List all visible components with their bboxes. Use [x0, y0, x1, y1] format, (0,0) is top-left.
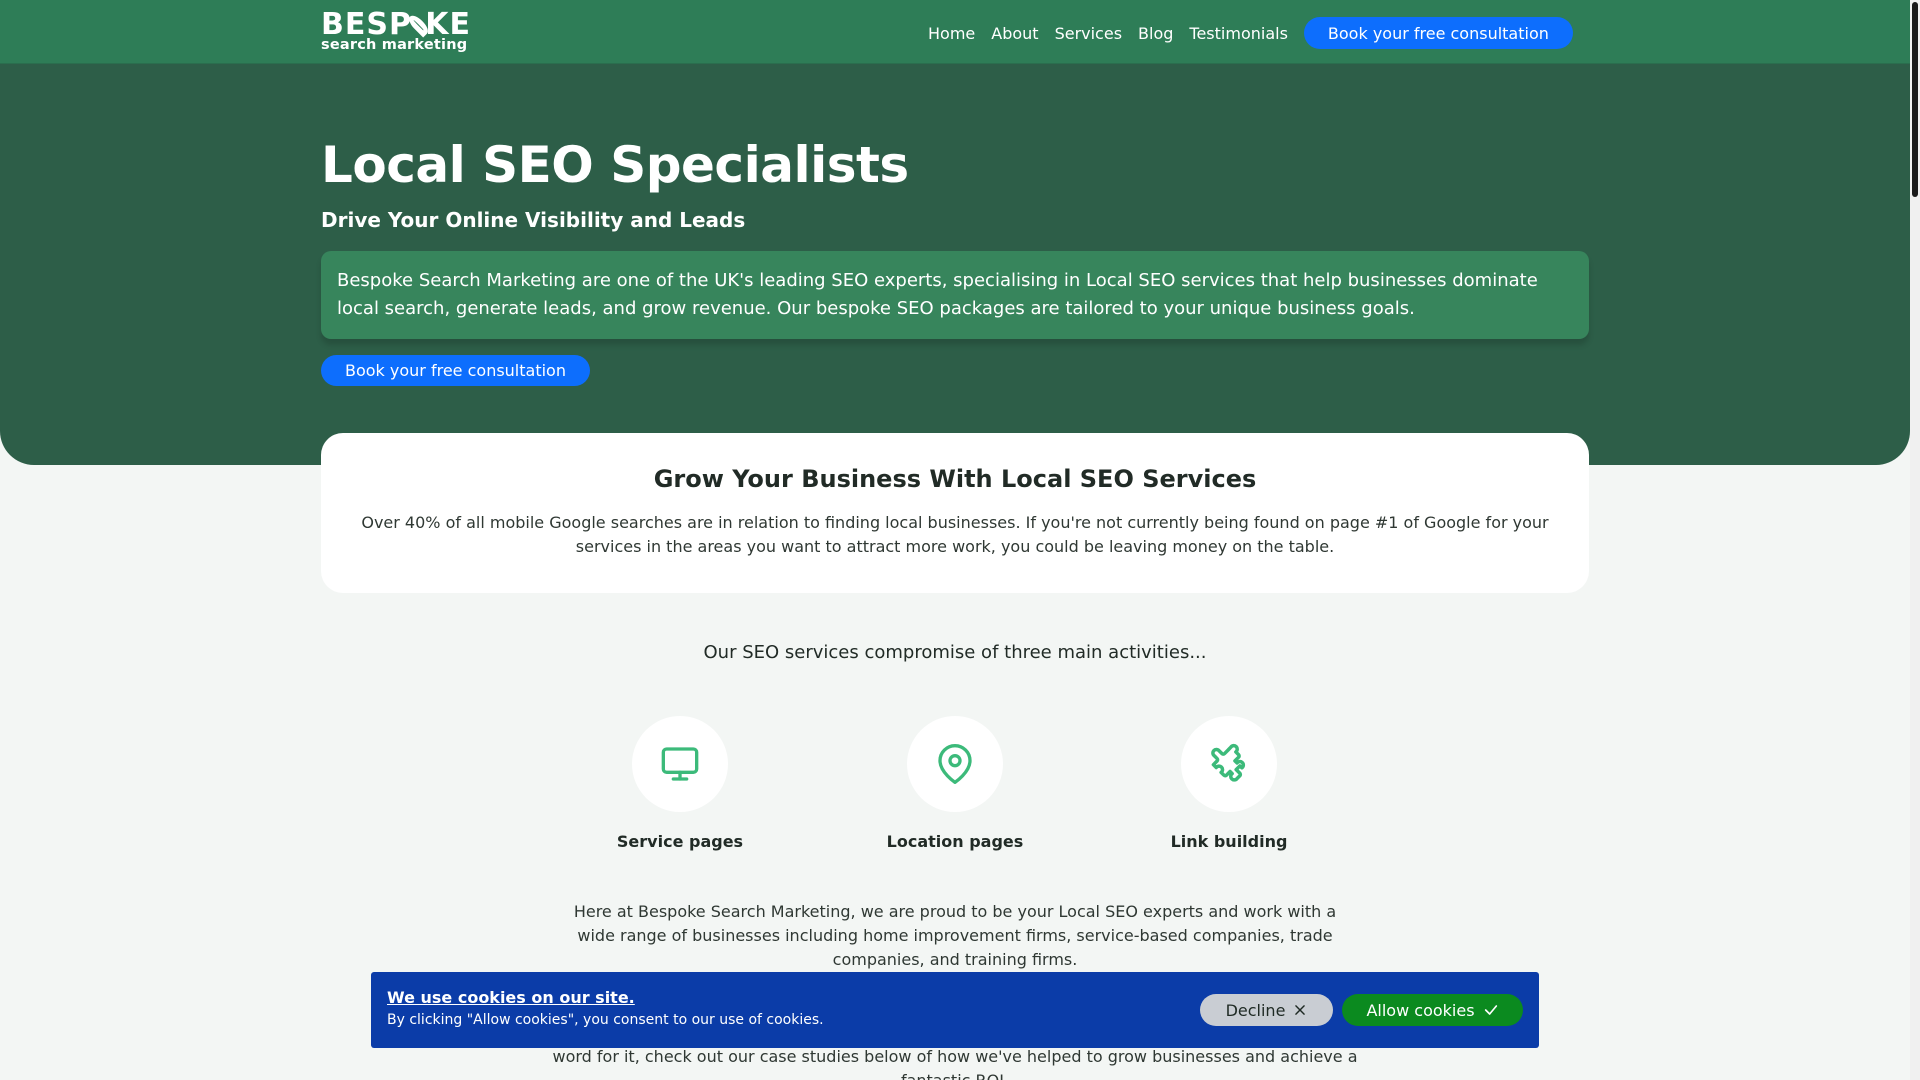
- allow-cookies-button[interactable]: Allow cookies: [1342, 994, 1523, 1026]
- nav-about[interactable]: About: [983, 24, 1046, 43]
- hero-title: Local SEO Specialists: [321, 136, 909, 194]
- feature-icon-circle: [907, 716, 1003, 812]
- logo-wordmark: BESP KE: [321, 7, 471, 42]
- nav-testimonials[interactable]: Testimonials: [1181, 24, 1296, 43]
- body-paragraph: Here at Bespoke Search Marketing, we are…: [573, 902, 1337, 969]
- puzzle-icon: [1211, 743, 1246, 782]
- cookie-banner: We use cookies on our site. By clicking …: [371, 972, 1539, 1048]
- services-intro: Our SEO services compromise of three mai…: [703, 642, 1207, 663]
- scrollbar-thumb[interactable]: [1912, 2, 1918, 197]
- cookie-title-link[interactable]: We use cookies on our site.: [387, 988, 635, 1007]
- grow-business-card: Grow Your Business With Local SEO Servic…: [321, 433, 1589, 593]
- logo-text-a: BESP: [321, 7, 412, 42]
- feature-label: Link building: [1170, 832, 1288, 851]
- nav-home[interactable]: Home: [920, 24, 983, 43]
- feature-link-building: Link building: [1139, 716, 1319, 851]
- map-pin-icon: [938, 744, 972, 784]
- logo-tagline: search marketing: [321, 37, 468, 53]
- logo[interactable]: BESP KE search marketing: [321, 7, 471, 54]
- site-header: BESP KE search marketing Home About Servi…: [0, 0, 1910, 64]
- nav-services[interactable]: Services: [1047, 24, 1130, 43]
- hero-subtitle: Drive Your Online Visibility and Leads: [321, 208, 746, 232]
- feature-label: Service pages: [616, 832, 744, 851]
- decline-label: Decline: [1225, 1000, 1286, 1020]
- feature-icon-circle: [632, 716, 728, 812]
- grow-title: Grow Your Business With Local SEO Servic…: [653, 465, 1257, 493]
- feature-service-pages: Service pages: [590, 716, 770, 851]
- feature-icon-circle: [1181, 716, 1277, 812]
- nav-blog[interactable]: Blog: [1130, 24, 1181, 43]
- body-paragraph-continued: word for it, check out our case studies …: [552, 1047, 1358, 1080]
- feature-label: Location pages: [886, 832, 1024, 851]
- grow-body: Over 40% of all mobile Google searches a…: [361, 513, 1549, 556]
- header-consultation-button[interactable]: Book your free consultation: [1303, 17, 1573, 49]
- monitor-icon: [661, 747, 699, 781]
- hero-section: Local SEO Specialists Drive Your Online …: [0, 64, 1910, 465]
- page-scrollbar[interactable]: [1910, 0, 1920, 1080]
- allow-label: Allow cookies: [1366, 1000, 1475, 1020]
- checkmark-icon: [1484, 1005, 1497, 1015]
- logo-text-b: KE: [425, 7, 471, 42]
- cookie-text: By clicking "Allow cookies", you consent…: [387, 1012, 824, 1028]
- hero-description: Bespoke Search Marketing are one of the …: [321, 251, 1589, 339]
- close-icon: [1295, 1005, 1306, 1015]
- feature-location-pages: Location pages: [865, 716, 1045, 851]
- main-nav: Home About Services Blog Testimonials Bo…: [920, 16, 1573, 50]
- hero-consultation-button[interactable]: Book your free consultation: [321, 355, 590, 386]
- decline-cookies-button[interactable]: Decline: [1200, 994, 1333, 1026]
